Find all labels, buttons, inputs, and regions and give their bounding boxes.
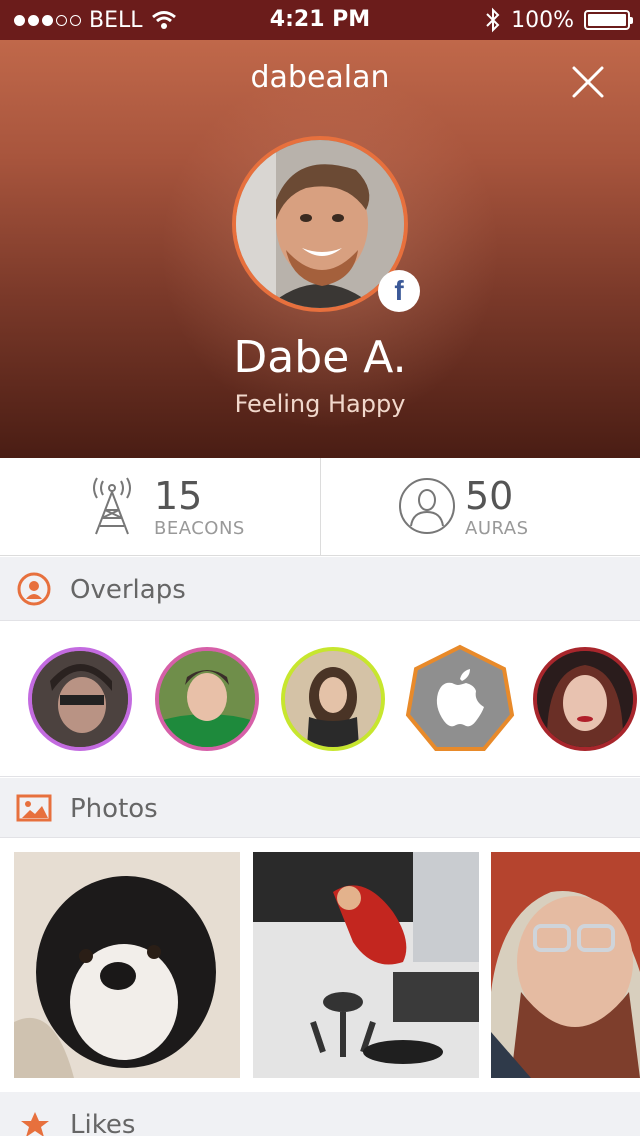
photo-thumbnail[interactable] [253,852,479,1078]
close-icon[interactable] [568,62,608,102]
auras-count: 50 [465,474,514,518]
overlap-avatar[interactable] [28,647,132,751]
overlaps-header[interactable]: Overlaps [0,557,640,621]
photos-icon [16,794,52,822]
status-right: 100% [485,0,633,40]
auras-label: AURAS [465,518,529,539]
auras-stat[interactable]: 50 AURAS [320,458,640,556]
overlap-avatar[interactable] [533,647,637,751]
profile-avatar-wrap: f [232,136,420,312]
likes-title: Likes [70,1110,136,1136]
beacons-count: 15 [154,474,203,518]
photo-thumbnail[interactable] [491,852,640,1078]
stats-bar: 15 BEACONS 50 AURAS [0,458,640,556]
overlaps-title: Overlaps [70,575,186,605]
aura-person-icon [399,478,455,534]
beacon-tower-icon [93,477,131,535]
overlap-avatar[interactable] [155,647,259,751]
photos-title: Photos [70,794,158,824]
profile-status: Feeling Happy [234,390,406,418]
facebook-icon: f [378,270,420,312]
profile-header: dabealan f Dabe A. Feeling Happy [0,40,640,458]
overlaps-list [0,621,640,777]
profile-username: dabealan [250,60,390,95]
overlap-avatar[interactable] [281,647,385,751]
overlaps-icon [17,572,51,606]
star-icon [21,1112,49,1136]
photos-list [0,838,640,1090]
apple-icon[interactable] [404,643,516,755]
battery-percent: 100% [511,7,574,33]
beacons-stat[interactable]: 15 BEACONS [0,458,320,556]
battery-icon [584,10,633,30]
photo-thumbnail[interactable] [14,852,240,1078]
beacons-label: BEACONS [154,518,245,539]
photos-header[interactable]: Photos [0,778,640,838]
bluetooth-icon [486,7,500,33]
profile-name: Dabe A. [233,332,407,383]
status-bar: BELL 4:21 PM 100% [0,0,640,40]
likes-header[interactable]: Likes [0,1092,640,1136]
